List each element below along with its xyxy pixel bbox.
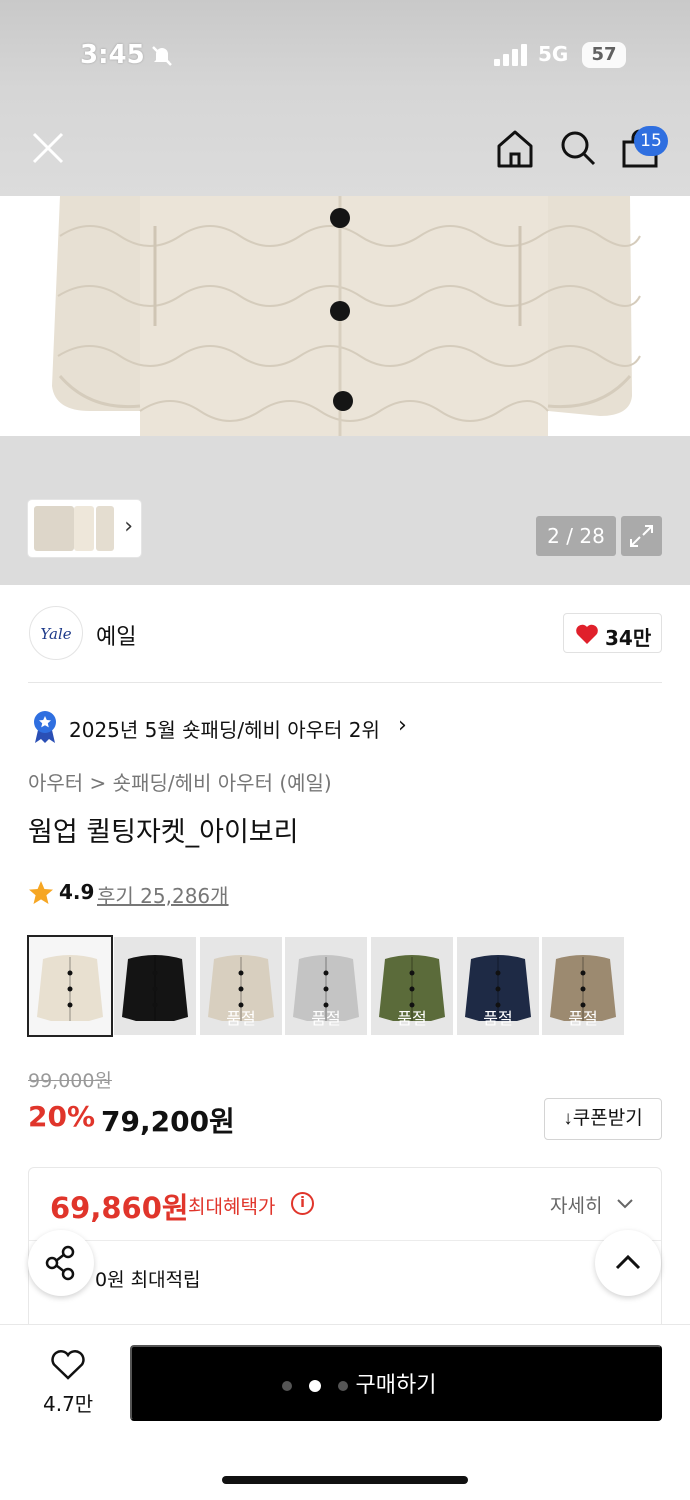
thumbnail-strip[interactable]: › bbox=[28, 500, 141, 557]
sold-out-label: 품절 bbox=[568, 1009, 598, 1028]
color-swatch[interactable] bbox=[114, 937, 196, 1035]
sold-out-label: 품절 bbox=[226, 1009, 256, 1028]
buy-button[interactable]: 구매하기 bbox=[130, 1345, 662, 1421]
battery-icon: 57 bbox=[582, 42, 626, 68]
get-coupon-button[interactable]: ↓쿠폰받기 bbox=[544, 1098, 662, 1140]
product-gallery[interactable]: 3:45 5G 57 15 › 2 / 28 bbox=[0, 0, 690, 585]
max-benefit-label: 최대혜택가 bbox=[188, 1196, 276, 1218]
share-button[interactable] bbox=[28, 1230, 94, 1296]
thumbnail-image[interactable] bbox=[74, 506, 94, 551]
heart-filled-icon bbox=[576, 624, 598, 644]
discount-rate: 20% bbox=[28, 1100, 96, 1133]
color-swatch[interactable]: 품절 bbox=[285, 937, 367, 1035]
network-type: 5G bbox=[538, 42, 569, 66]
signal-icon bbox=[494, 44, 527, 66]
loading-dots-icon bbox=[282, 1380, 348, 1392]
brand-like-count: 34만 bbox=[605, 626, 652, 650]
cart-count-badge: 15 bbox=[634, 126, 668, 156]
chevron-up-icon bbox=[615, 1254, 641, 1270]
home-indicator bbox=[222, 1476, 468, 1484]
max-benefit-price: 69,860원 bbox=[50, 1191, 189, 1225]
swatch-jacket-image bbox=[29, 937, 111, 1035]
share-icon bbox=[45, 1245, 75, 1281]
wish-count: 4.7만 bbox=[43, 1392, 94, 1416]
search-icon[interactable] bbox=[556, 126, 600, 170]
sold-out-label: 품절 bbox=[311, 1009, 341, 1028]
chevron-right-icon[interactable]: › bbox=[398, 713, 407, 738]
product-title: 웜업 퀼팅자켓_아이보리 bbox=[28, 817, 299, 848]
ranking-link[interactable]: 2025년 5월 숏패딩/헤비 아우터 2위 bbox=[69, 714, 380, 743]
image-counter: 2 / 28 bbox=[536, 516, 616, 556]
sale-price: 79,200원 bbox=[101, 1105, 235, 1138]
bell-muted-icon bbox=[152, 46, 172, 66]
color-swatch[interactable]: 품절 bbox=[542, 937, 624, 1035]
thumbnail-image[interactable] bbox=[34, 506, 74, 551]
swatch-jacket-image bbox=[114, 937, 196, 1035]
max-points: 0원 최대적립 bbox=[95, 1269, 201, 1291]
sold-out-label: 품절 bbox=[397, 1009, 427, 1028]
thumbnail-image[interactable] bbox=[96, 506, 114, 551]
info-icon[interactable]: i bbox=[291, 1192, 314, 1215]
close-icon[interactable] bbox=[26, 126, 70, 170]
star-icon bbox=[29, 881, 53, 904]
color-swatch[interactable]: 품절 bbox=[371, 937, 453, 1035]
sold-out-label: 품절 bbox=[483, 1009, 513, 1028]
chevron-right-icon[interactable]: › bbox=[124, 514, 133, 539]
color-swatch[interactable]: 품절 bbox=[200, 937, 282, 1035]
expand-icon[interactable] bbox=[621, 516, 662, 556]
divider bbox=[29, 1240, 661, 1241]
divider bbox=[28, 682, 662, 683]
rating-score: 4.9 bbox=[59, 880, 95, 904]
color-swatch[interactable]: 품절 bbox=[457, 937, 539, 1035]
status-time: 3:45 bbox=[80, 40, 145, 70]
reviews-link[interactable]: 후기 25,286개 bbox=[97, 880, 229, 909]
ranking-medal-icon bbox=[34, 711, 56, 743]
scroll-top-button[interactable] bbox=[595, 1230, 661, 1296]
original-price: 99,000원 bbox=[28, 1070, 112, 1092]
benefit-detail-toggle[interactable]: 자세히 bbox=[550, 1191, 602, 1218]
brand-name[interactable]: 예일 bbox=[96, 619, 136, 651]
color-swatch[interactable] bbox=[29, 937, 111, 1035]
brand-like-button[interactable]: 34만 bbox=[563, 613, 662, 653]
brand-logo[interactable]: Yale bbox=[29, 606, 83, 660]
breadcrumb[interactable]: 아우터 > 숏패딩/헤비 아우터 (예일) bbox=[28, 767, 332, 796]
chevron-down-icon[interactable] bbox=[615, 1193, 635, 1213]
status-bar: 3:45 5G 57 bbox=[0, 0, 690, 100]
home-icon[interactable] bbox=[493, 126, 537, 170]
heart-outline-icon[interactable] bbox=[50, 1349, 86, 1381]
